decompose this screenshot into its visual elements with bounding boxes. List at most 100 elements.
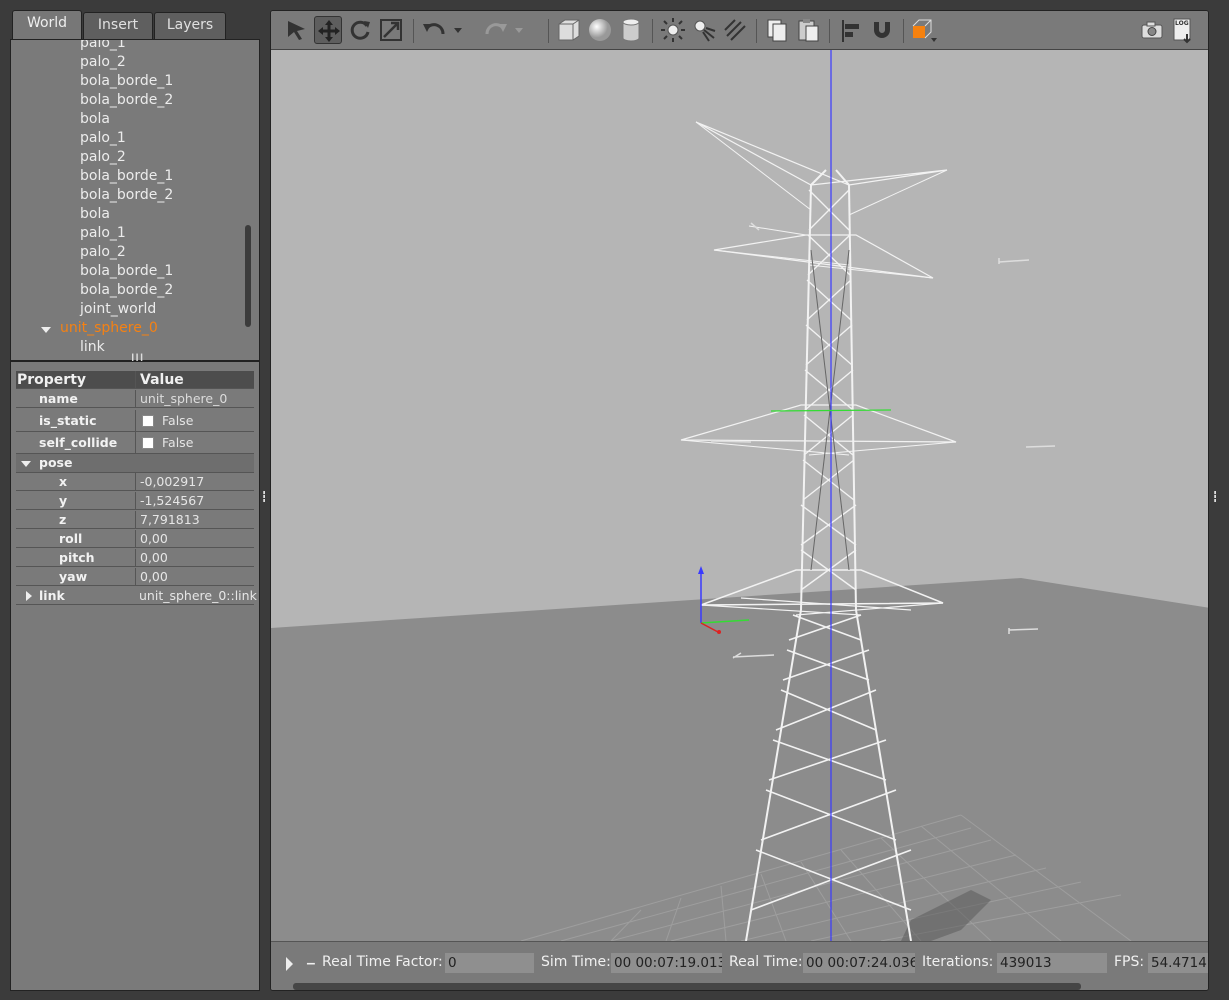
view-angle-icon[interactable] xyxy=(909,16,937,44)
redo-icon[interactable] xyxy=(481,16,509,44)
property-key: x xyxy=(59,474,68,489)
pose-roll-value[interactable]: 0,00 xyxy=(135,530,254,548)
select-arrow-icon[interactable] xyxy=(283,16,311,44)
toolbar-separator xyxy=(756,19,757,43)
copy-icon[interactable] xyxy=(763,16,791,44)
toolbar-separator xyxy=(413,19,414,43)
property-key: y xyxy=(59,493,68,508)
toolbar-separator xyxy=(903,19,904,43)
tab-layers[interactable]: Layers xyxy=(154,12,226,39)
expand-arrow-icon[interactable] xyxy=(41,327,51,333)
tree-item[interactable]: palo_2 xyxy=(80,148,126,167)
step-dot-icon[interactable]: ▁ xyxy=(307,954,315,965)
align-icon[interactable] xyxy=(837,16,865,44)
tree-item[interactable]: bola xyxy=(80,110,110,129)
3d-viewport[interactable] xyxy=(271,50,1208,942)
tree-item[interactable]: palo_2 xyxy=(80,243,126,262)
toolbar-separator xyxy=(548,19,549,43)
right-splitter-icon[interactable]: ┇ xyxy=(1212,493,1218,503)
property-row-pitch: pitch 0,00 xyxy=(16,549,254,567)
log-label: LOG xyxy=(1175,20,1189,27)
tree-item[interactable]: palo_2 xyxy=(80,53,126,72)
property-row-y: y -1,524567 xyxy=(16,492,254,510)
pose-yaw-value[interactable]: 0,00 xyxy=(135,568,254,586)
scale-icon[interactable] xyxy=(377,16,405,44)
translate-icon[interactable] xyxy=(314,16,342,44)
property-header: Property Value xyxy=(16,371,254,389)
property-key: z xyxy=(59,512,67,527)
fps-value: 54.4714 xyxy=(1148,953,1208,973)
left-panel: World Insert Layers palo_1 palo_2 bola_b… xyxy=(10,10,260,991)
name-value[interactable]: unit_sphere_0 xyxy=(135,390,254,408)
tree-item[interactable]: bola_borde_2 xyxy=(80,186,173,205)
tree-item[interactable]: link xyxy=(80,338,105,357)
self-collide-value: False xyxy=(162,435,194,450)
sphere-icon[interactable] xyxy=(586,16,614,44)
property-key: yaw xyxy=(59,569,88,584)
tree-item[interactable]: bola_borde_1 xyxy=(80,167,173,186)
real-time-label: Real Time: xyxy=(729,954,803,970)
redo-dropdown-icon[interactable] xyxy=(512,16,526,44)
undo-icon[interactable] xyxy=(421,16,449,44)
tab-world[interactable]: World xyxy=(12,10,82,40)
rotate-icon[interactable] xyxy=(346,16,374,44)
tree-item[interactable]: joint_world xyxy=(80,300,156,319)
undo-dropdown-icon[interactable] xyxy=(451,16,465,44)
property-row-name: name unit_sphere_0 xyxy=(16,390,254,408)
point-light-icon[interactable] xyxy=(659,16,687,44)
spot-light-icon[interactable] xyxy=(690,16,718,44)
pose-z-value[interactable]: 7,791813 xyxy=(135,511,254,529)
property-section-pose[interactable]: pose xyxy=(16,454,254,473)
directional-light-icon[interactable] xyxy=(721,16,749,44)
property-row-yaw: yaw 0,00 xyxy=(16,568,254,586)
snap-magnet-icon[interactable] xyxy=(868,16,896,44)
property-section-link[interactable]: link unit_sphere_0::link xyxy=(16,587,257,605)
pose-y-value[interactable]: -1,524567 xyxy=(135,492,254,510)
self-collide-checkbox[interactable] xyxy=(142,437,154,449)
rtf-value: 0 xyxy=(445,953,534,973)
tree-item[interactable]: bola_borde_2 xyxy=(80,281,173,300)
property-row-self-collide: self_collide False xyxy=(16,432,254,454)
play-pause-icon[interactable] xyxy=(286,957,293,971)
cylinder-icon[interactable] xyxy=(617,16,645,44)
pose-x-value[interactable]: -0,002917 xyxy=(135,473,254,491)
box-icon[interactable] xyxy=(555,16,583,44)
property-key: roll xyxy=(59,531,83,546)
scene-panel: LOG ▁ Real Time Factor: 0 Sim Time: 00 0… xyxy=(270,10,1209,991)
horizontal-scrollbar[interactable] xyxy=(293,983,1081,990)
property-row-z: z 7,791813 xyxy=(16,511,254,529)
scene-render xyxy=(271,50,1208,942)
tree-item[interactable]: bola_borde_2 xyxy=(80,91,173,110)
tree-item-selected[interactable]: unit_sphere_0 xyxy=(60,319,158,338)
property-row-is-static: is_static False xyxy=(16,410,254,432)
paste-icon[interactable] xyxy=(794,16,822,44)
tree-scrollbar[interactable] xyxy=(245,225,251,327)
is-static-cell: False xyxy=(135,410,254,432)
tree-item[interactable]: bola_borde_1 xyxy=(80,262,173,281)
fps-label: FPS: xyxy=(1114,954,1145,970)
tree-item[interactable]: palo_1 xyxy=(80,129,126,148)
property-key: pitch xyxy=(59,550,95,565)
sim-time-value: 00 00:07:19.013 xyxy=(611,953,722,973)
is-static-checkbox[interactable] xyxy=(142,415,154,427)
tree-item[interactable]: bola_borde_1 xyxy=(80,72,173,91)
property-key: is_static xyxy=(39,413,97,428)
property-key: self_collide xyxy=(39,435,118,450)
toolbar-separator xyxy=(829,19,830,43)
screenshot-camera-icon[interactable] xyxy=(1138,16,1166,44)
property-key: link xyxy=(39,588,65,603)
tree-item[interactable]: palo_1 xyxy=(80,224,126,243)
property-key: pose xyxy=(39,455,73,470)
property-row-roll: roll 0,00 xyxy=(16,530,254,548)
pose-pitch-value[interactable]: 0,00 xyxy=(135,549,254,567)
is-static-value: False xyxy=(162,413,194,428)
property-panel: Property Value name unit_sphere_0 is_sta… xyxy=(10,361,260,991)
tab-insert[interactable]: Insert xyxy=(83,12,153,39)
left-splitter-icon[interactable]: ┇ xyxy=(261,493,267,503)
log-record-icon[interactable]: LOG xyxy=(1169,16,1197,44)
property-key: name xyxy=(39,391,78,406)
iterations-value: 439013 xyxy=(997,953,1107,973)
tree-item[interactable]: bola xyxy=(80,205,110,224)
tree-item[interactable]: palo_1 xyxy=(80,40,126,53)
toolbar-separator xyxy=(652,19,653,43)
